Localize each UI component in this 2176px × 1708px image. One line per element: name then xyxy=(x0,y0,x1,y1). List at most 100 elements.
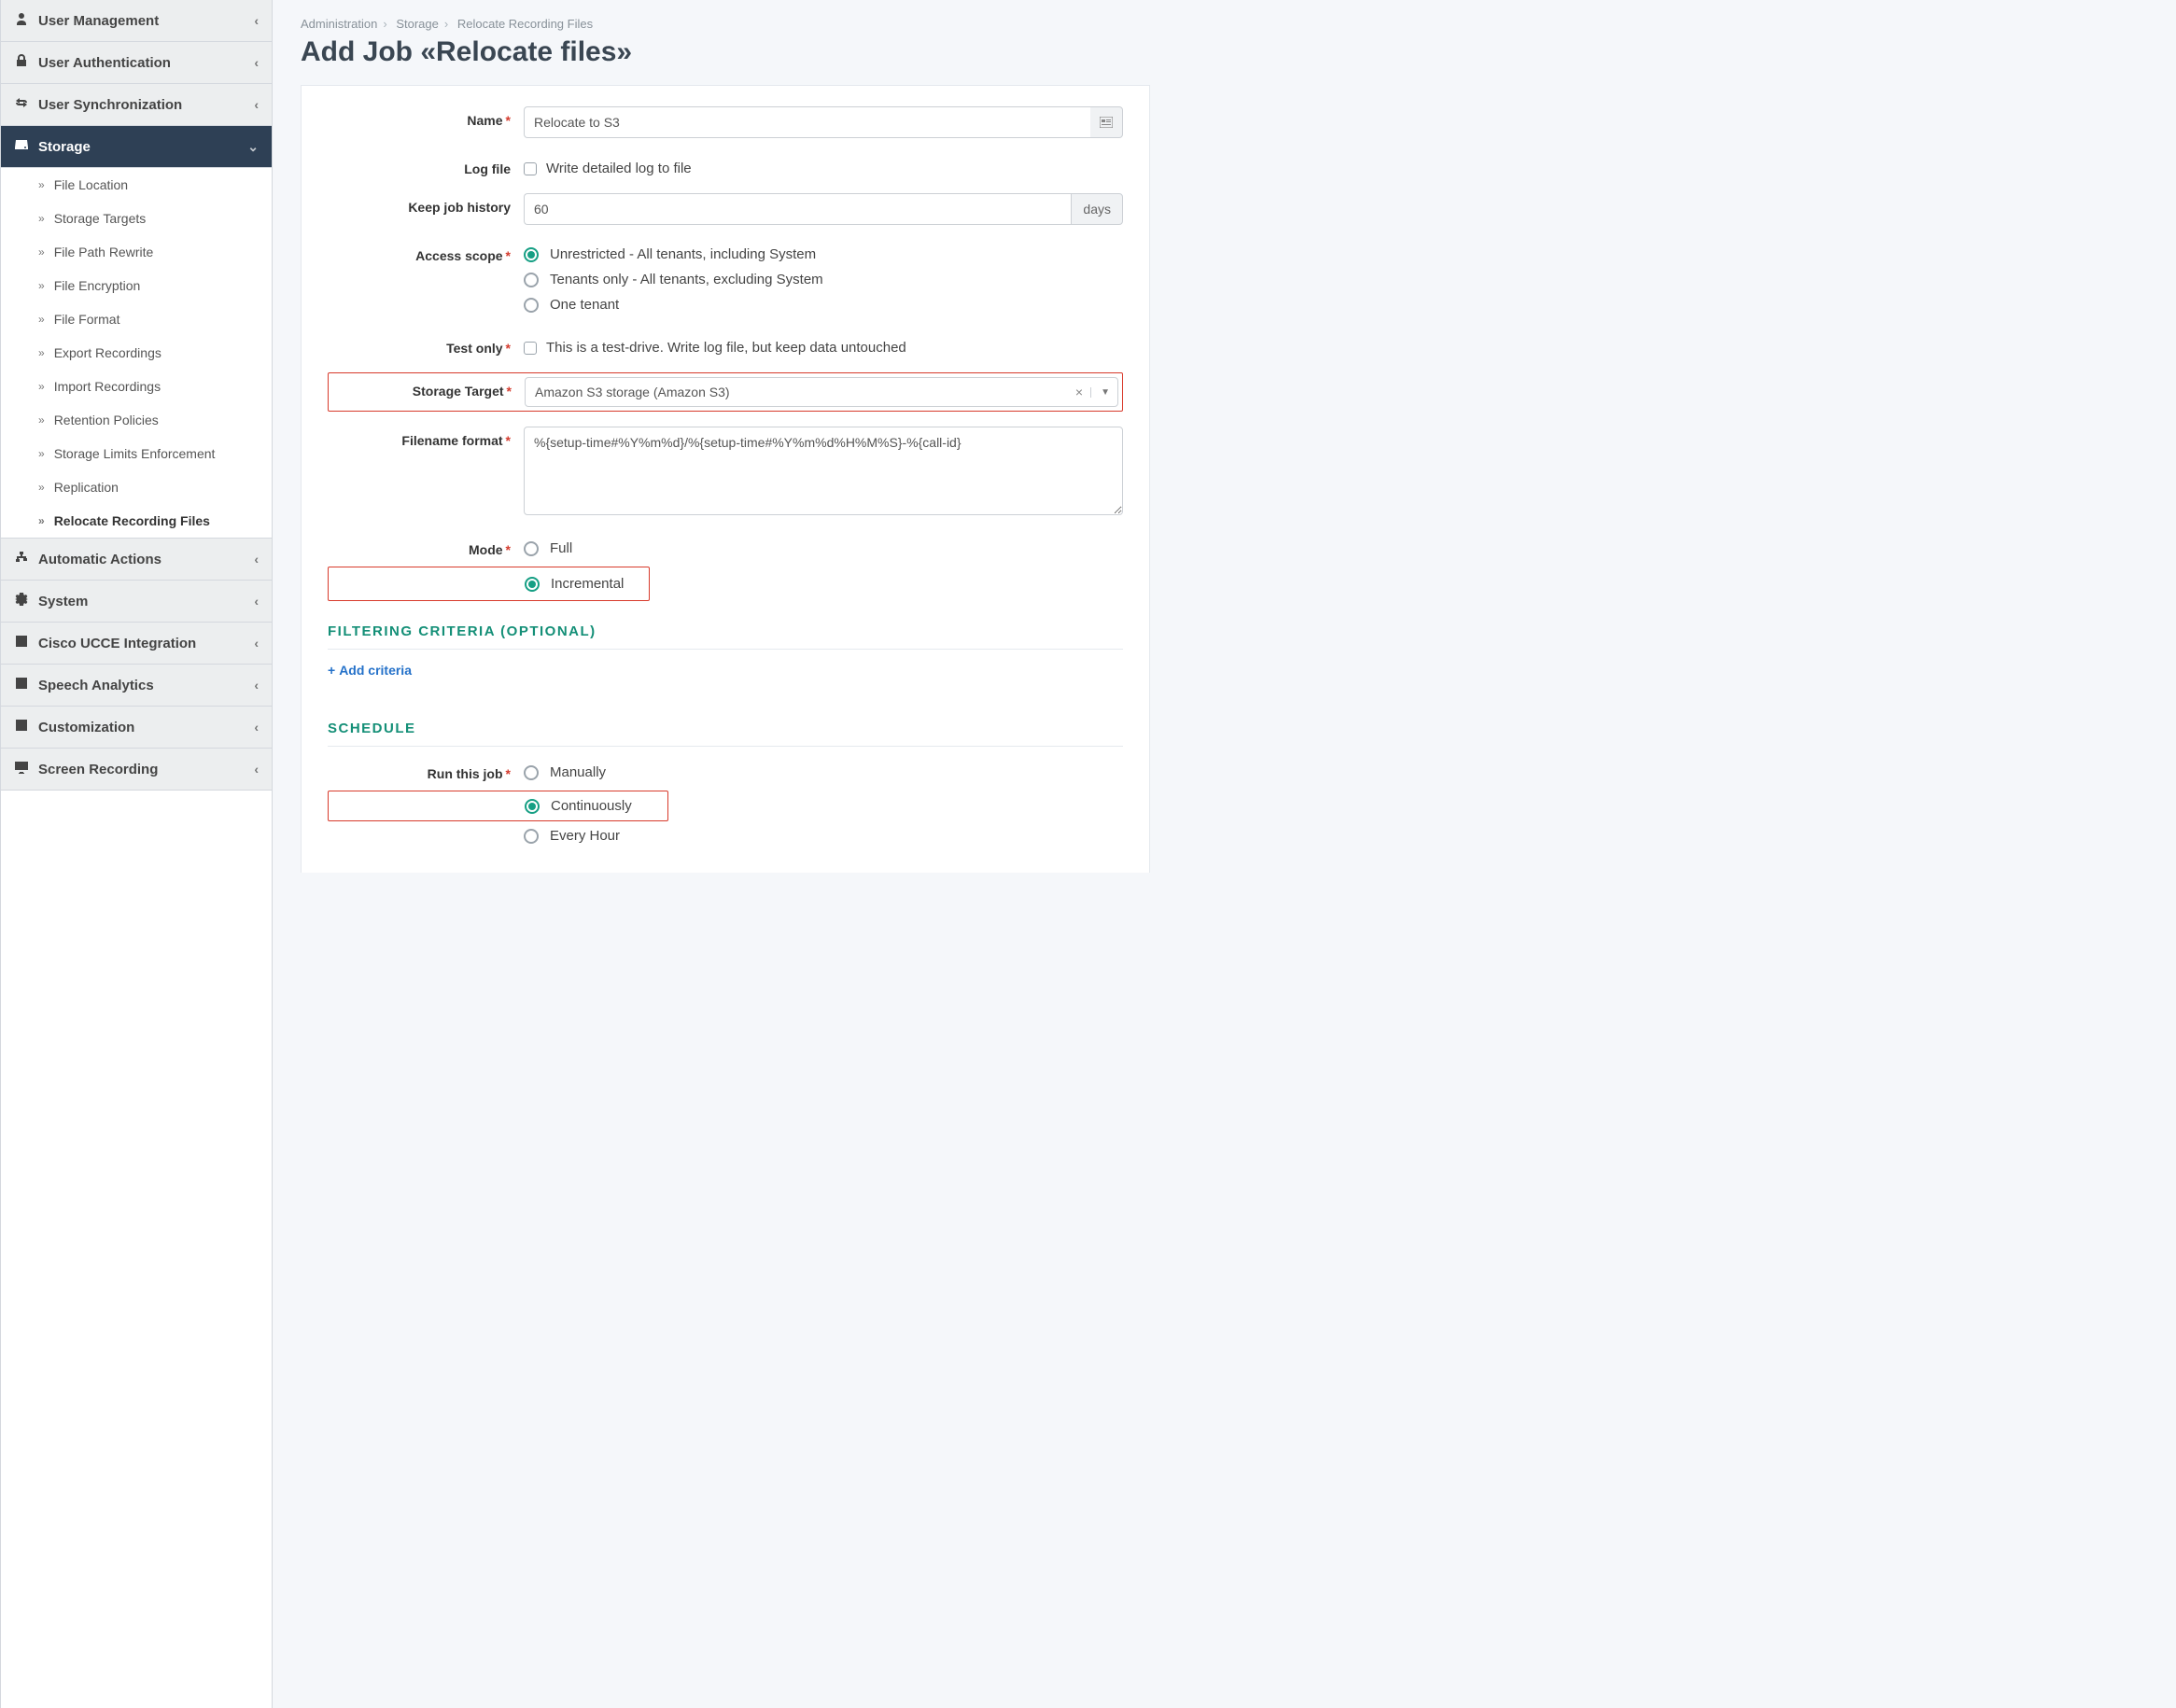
filename-format-textarea[interactable] xyxy=(524,427,1123,515)
storage-target-select[interactable]: Amazon S3 storage (Amazon S3) × ▼ xyxy=(525,377,1118,407)
run-job-label: Run this job* xyxy=(328,760,524,781)
sidebar-item-automatic-actions[interactable]: Automatic Actions ‹ xyxy=(1,539,272,581)
sidebar-item-user-authentication[interactable]: User Authentication ‹ xyxy=(1,42,272,84)
sidebar-item-label: Speech Analytics xyxy=(38,678,254,693)
chevron-left-icon: ‹ xyxy=(254,552,259,567)
radio-icon xyxy=(525,577,540,592)
run-option-manually[interactable]: Manually xyxy=(524,760,1123,785)
access-scope-option-tenants-only[interactable]: Tenants only - All tenants, excluding Sy… xyxy=(524,267,1123,292)
logfile-checkbox[interactable]: Write detailed log to file xyxy=(524,155,1123,176)
chevron-left-icon: ‹ xyxy=(254,97,259,112)
run-highlight: Continuously xyxy=(328,791,668,821)
run-option-continuously[interactable]: Continuously xyxy=(525,793,667,819)
check-icon xyxy=(14,718,29,736)
sidebar-item-user-synchronization[interactable]: User Synchronization ‹ xyxy=(1,84,272,126)
sidebar-item-cisco-ucce[interactable]: Cisco UCCE Integration ‹ xyxy=(1,623,272,665)
sidebar-subitem-export-recordings[interactable]: Export Recordings xyxy=(1,336,272,370)
schedule-section-title: SCHEDULE xyxy=(328,721,1123,736)
sidebar-item-speech-analytics[interactable]: Speech Analytics ‹ xyxy=(1,665,272,707)
sync-icon xyxy=(14,95,29,114)
radio-icon xyxy=(524,541,539,556)
disk-icon xyxy=(14,137,29,156)
storage-target-label: Storage Target* xyxy=(332,377,525,399)
sidebar-item-label: Screen Recording xyxy=(38,762,254,777)
chevron-left-icon: ‹ xyxy=(254,13,259,28)
access-scope-label: Access scope* xyxy=(328,242,524,263)
sidebar-item-user-management[interactable]: User Management ‹ xyxy=(1,0,272,42)
sidebar-subitem-import-recordings[interactable]: Import Recordings xyxy=(1,370,272,403)
testonly-label: Test only* xyxy=(328,334,524,356)
name-input[interactable] xyxy=(524,106,1090,138)
plus-icon: + xyxy=(328,663,335,678)
run-option-every-hour[interactable]: Every Hour xyxy=(524,823,1123,848)
divider xyxy=(328,649,1123,650)
add-criteria-button[interactable]: + Add criteria xyxy=(328,663,412,678)
sidebar-subitem-relocate-recording-files[interactable]: Relocate Recording Files xyxy=(1,504,272,538)
sidebar-subitem-file-format[interactable]: File Format xyxy=(1,302,272,336)
mode-option-incremental[interactable]: Incremental xyxy=(525,571,645,596)
sidebar-item-label: System xyxy=(38,594,254,609)
sidebar-item-system[interactable]: System ‹ xyxy=(1,581,272,623)
user-icon xyxy=(14,11,29,30)
chevron-left-icon: ‹ xyxy=(254,636,259,651)
checkbox-icon xyxy=(524,342,537,355)
keep-history-label: Keep job history xyxy=(328,193,524,215)
sidebar-subitem-file-location[interactable]: File Location xyxy=(1,168,272,202)
chevron-left-icon: ‹ xyxy=(254,55,259,70)
checkbox-icon xyxy=(524,162,537,175)
check-icon xyxy=(14,676,29,694)
gear-icon xyxy=(14,592,29,610)
caret-down-icon[interactable]: ▼ xyxy=(1090,387,1110,398)
filename-format-label: Filename format* xyxy=(328,427,524,448)
testonly-checkbox[interactable]: This is a test-drive. Write log file, bu… xyxy=(524,334,1123,356)
main-content: Administration› Storage› Relocate Record… xyxy=(273,0,2176,1708)
sidebar-item-label: User Synchronization xyxy=(38,97,254,113)
sidebar-item-label: Customization xyxy=(38,720,254,735)
mode-option-full[interactable]: Full xyxy=(524,536,1123,561)
chevron-left-icon: ‹ xyxy=(254,720,259,735)
sidebar-item-screen-recording[interactable]: Screen Recording ‹ xyxy=(1,749,272,791)
sidebar-item-customization[interactable]: Customization ‹ xyxy=(1,707,272,749)
sidebar-subitem-replication[interactable]: Replication xyxy=(1,470,272,504)
keep-history-input[interactable] xyxy=(524,193,1071,225)
sidebar-subitem-file-encryption[interactable]: File Encryption xyxy=(1,269,272,302)
sidebar-subitem-file-path-rewrite[interactable]: File Path Rewrite xyxy=(1,235,272,269)
radio-icon xyxy=(524,829,539,844)
page-title: Add Job «Relocate files» xyxy=(301,36,2148,68)
sidebar-submenu-storage: File Location Storage Targets File Path … xyxy=(1,168,272,539)
radio-icon xyxy=(524,247,539,262)
radio-icon xyxy=(525,799,540,814)
sidebar: User Management ‹ User Authentication ‹ … xyxy=(0,0,273,1708)
sitemap-icon xyxy=(14,550,29,568)
mode-label: Mode* xyxy=(328,536,524,557)
logfile-label: Log file xyxy=(328,155,524,176)
card-icon[interactable] xyxy=(1090,106,1123,138)
radio-icon xyxy=(524,298,539,313)
sidebar-subitem-storage-targets[interactable]: Storage Targets xyxy=(1,202,272,235)
sidebar-item-label: User Management xyxy=(38,13,254,29)
storage-target-highlight: Storage Target* Amazon S3 storage (Amazo… xyxy=(328,372,1123,412)
mode-highlight: Incremental xyxy=(328,567,650,601)
sidebar-subitem-storage-limits[interactable]: Storage Limits Enforcement xyxy=(1,437,272,470)
sidebar-item-label: Automatic Actions xyxy=(38,552,254,567)
chevron-down-icon: ⌄ xyxy=(247,139,259,155)
radio-icon xyxy=(524,273,539,287)
chevron-left-icon: ‹ xyxy=(254,762,259,777)
radio-icon xyxy=(524,765,539,780)
clear-icon[interactable]: × xyxy=(1072,385,1087,399)
name-label: Name* xyxy=(328,106,524,128)
sidebar-subitem-retention-policies[interactable]: Retention Policies xyxy=(1,403,272,437)
breadcrumb: Administration› Storage› Relocate Record… xyxy=(301,17,2148,31)
access-scope-option-one-tenant[interactable]: One tenant xyxy=(524,292,1123,317)
lock-icon xyxy=(14,53,29,72)
sidebar-item-label: Storage xyxy=(38,139,247,155)
check-icon xyxy=(14,634,29,652)
access-scope-option-unrestricted[interactable]: Unrestricted - All tenants, including Sy… xyxy=(524,242,1123,267)
chevron-left-icon: ‹ xyxy=(254,594,259,609)
monitor-icon xyxy=(14,760,29,778)
sidebar-item-label: Cisco UCCE Integration xyxy=(38,636,254,651)
divider xyxy=(328,746,1123,747)
keep-history-unit: days xyxy=(1071,193,1123,225)
chevron-left-icon: ‹ xyxy=(254,678,259,693)
sidebar-item-storage[interactable]: Storage ⌄ xyxy=(1,126,272,168)
